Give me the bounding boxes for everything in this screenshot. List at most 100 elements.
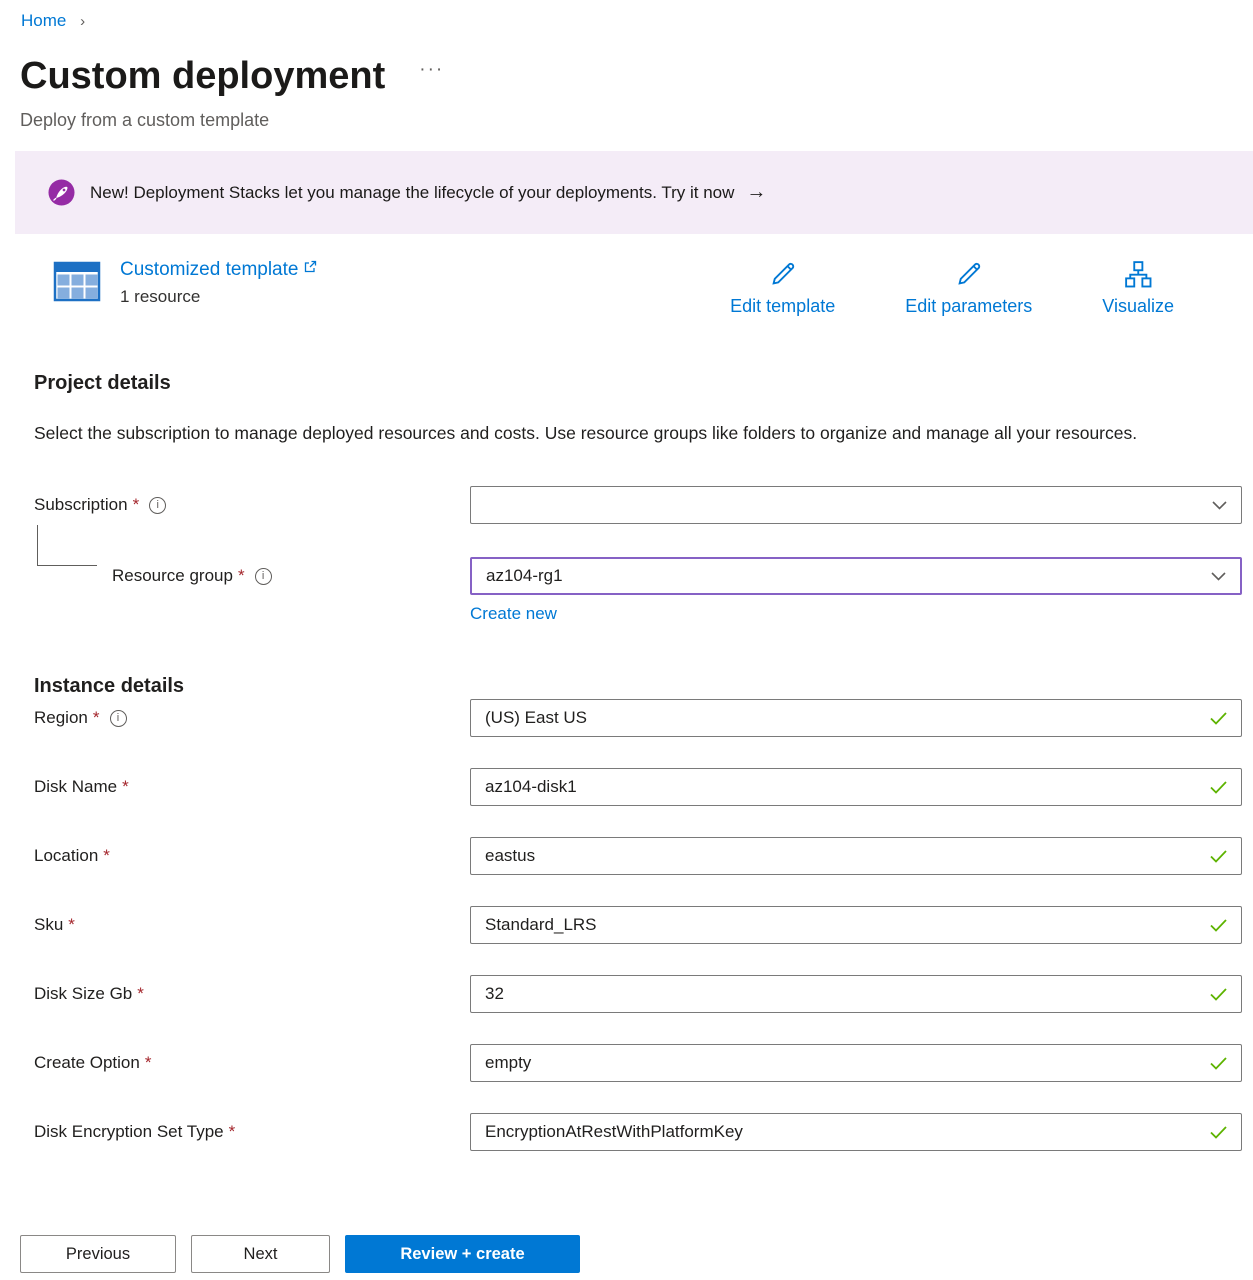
pencil-icon [954, 259, 984, 289]
required-asterisk: * [229, 1122, 236, 1142]
subscription-field-label: Subscription * i [34, 495, 470, 515]
rocket-icon [48, 179, 75, 206]
subscription-label: Subscription [34, 495, 128, 515]
template-name: Customized template [120, 259, 298, 281]
deployment-stacks-banner[interactable]: New! Deployment Stacks let you manage th… [15, 151, 1253, 234]
disk-size-gb-field-label: Disk Size Gb * [34, 984, 470, 1004]
custom-deployment-page: Home › Custom deployment ··· Deploy from… [0, 0, 1253, 1280]
location-field-label: Location * [34, 846, 470, 866]
disk-encryption-set-type-label: Disk Encryption Set Type [34, 1122, 224, 1142]
next-button[interactable]: Next [191, 1235, 330, 1273]
checkmark-icon [1210, 1057, 1227, 1070]
breadcrumb: Home › [0, 0, 1253, 33]
create-new-link[interactable]: Create new [470, 604, 557, 623]
disk-encryption-set-type-row: Disk Encryption Set Type * EncryptionAtR… [34, 1113, 1242, 1151]
arrow-right-icon: → [746, 181, 766, 204]
external-link-icon [303, 260, 317, 274]
info-icon[interactable]: i [110, 710, 127, 727]
template-summary: Customized template 1 resource [53, 259, 1174, 317]
required-asterisk: * [103, 846, 110, 866]
required-asterisk: * [133, 495, 140, 515]
disk-size-gb-value: 32 [485, 984, 504, 1004]
checkmark-icon [1210, 850, 1227, 863]
resource-group-row: Resource group * i az104-rg1 [34, 557, 1242, 595]
template-icon [53, 259, 101, 303]
region-input[interactable]: (US) East US [470, 699, 1242, 737]
sku-input[interactable]: Standard_LRS [470, 906, 1242, 944]
template-info: Customized template 1 resource [53, 259, 317, 307]
previous-button[interactable]: Previous [20, 1235, 176, 1273]
checkmark-icon [1210, 1126, 1227, 1139]
sku-row: Sku * Standard_LRS [34, 906, 1242, 944]
checkmark-icon [1210, 919, 1227, 932]
disk-name-field-label: Disk Name * [34, 777, 470, 797]
required-asterisk: * [238, 566, 245, 586]
chevron-down-icon [1211, 572, 1226, 581]
chevron-right-icon: › [80, 13, 85, 30]
edit-template-button[interactable]: Edit template [730, 259, 835, 317]
region-field-label: Region * i [34, 708, 470, 728]
create-option-value: empty [485, 1053, 531, 1073]
checkmark-icon [1210, 712, 1227, 725]
checkmark-icon [1210, 988, 1227, 1001]
disk-size-gb-input[interactable]: 32 [470, 975, 1242, 1013]
create-new-row: Create new [470, 603, 1242, 624]
more-options-button[interactable]: ··· [419, 59, 444, 81]
review-create-button[interactable]: Review + create [345, 1235, 580, 1273]
required-asterisk: * [145, 1053, 152, 1073]
create-option-input[interactable]: empty [470, 1044, 1242, 1082]
footer-action-bar: Previous Next Review + create [0, 1200, 1253, 1280]
create-option-field-label: Create Option * [34, 1053, 470, 1073]
disk-name-value: az104-disk1 [485, 777, 577, 797]
customized-template-link[interactable]: Customized template [120, 259, 317, 281]
page-subtitle: Deploy from a custom template [20, 109, 1253, 131]
required-asterisk: * [93, 708, 100, 728]
create-option-row: Create Option * empty [34, 1044, 1242, 1082]
banner-text: New! Deployment Stacks let you manage th… [90, 183, 734, 203]
region-row: Region * i (US) East US [34, 699, 1242, 737]
edit-parameters-button[interactable]: Edit parameters [905, 259, 1032, 317]
sku-label: Sku [34, 915, 63, 935]
location-value: eastus [485, 846, 535, 866]
resource-group-label: Resource group [112, 566, 233, 586]
location-input[interactable]: eastus [470, 837, 1242, 875]
disk-size-gb-label: Disk Size Gb [34, 984, 132, 1004]
disk-name-row: Disk Name * az104-disk1 [34, 768, 1242, 806]
subscription-row: Subscription * i [34, 486, 1242, 524]
disk-name-input[interactable]: az104-disk1 [470, 768, 1242, 806]
required-asterisk: * [122, 777, 129, 797]
resource-group-dropdown[interactable]: az104-rg1 [470, 557, 1242, 595]
resource-count: 1 resource [120, 287, 317, 307]
project-details-description: Select the subscription to manage deploy… [34, 418, 1184, 449]
instance-details-heading: Instance details [34, 673, 1242, 699]
template-actions: Edit template Edit parameters [730, 259, 1174, 317]
template-text: Customized template 1 resource [120, 259, 317, 307]
title-row: Custom deployment ··· [20, 53, 1253, 99]
visualize-label: Visualize [1102, 296, 1174, 317]
required-asterisk: * [68, 915, 75, 935]
edit-parameters-label: Edit parameters [905, 296, 1032, 317]
required-asterisk: * [137, 984, 144, 1004]
breadcrumb-home-link[interactable]: Home [21, 11, 66, 30]
page-title: Custom deployment [20, 53, 385, 99]
disk-encryption-set-type-field-label: Disk Encryption Set Type * [34, 1122, 470, 1142]
subscription-dropdown[interactable] [470, 486, 1242, 524]
disk-encryption-set-type-input[interactable]: EncryptionAtRestWithPlatformKey [470, 1113, 1242, 1151]
region-label: Region [34, 708, 88, 728]
org-chart-icon [1123, 259, 1153, 289]
location-label: Location [34, 846, 98, 866]
sku-value: Standard_LRS [485, 915, 597, 935]
disk-encryption-set-type-value: EncryptionAtRestWithPlatformKey [485, 1122, 743, 1142]
resource-group-field-label: Resource group * i [34, 566, 470, 586]
chevron-down-icon [1212, 501, 1227, 510]
disk-size-gb-row: Disk Size Gb * 32 [34, 975, 1242, 1013]
visualize-button[interactable]: Visualize [1102, 259, 1174, 317]
info-icon[interactable]: i [255, 568, 272, 585]
pencil-icon [768, 259, 798, 289]
nesting-connector [37, 525, 97, 566]
location-row: Location * eastus [34, 837, 1242, 875]
resource-group-value: az104-rg1 [486, 566, 563, 586]
region-value: (US) East US [485, 708, 587, 728]
disk-name-label: Disk Name [34, 777, 117, 797]
info-icon[interactable]: i [149, 497, 166, 514]
